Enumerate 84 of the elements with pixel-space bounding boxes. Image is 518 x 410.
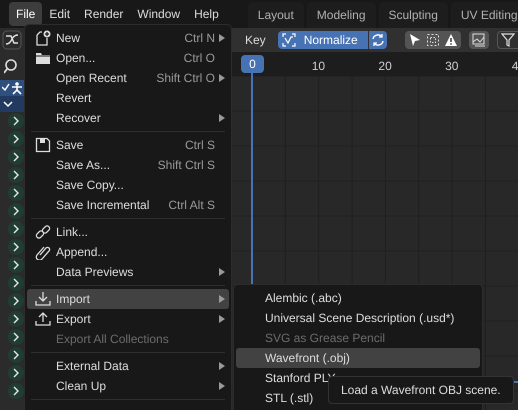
mode-label: Key [244, 32, 267, 49]
chevron-circle-icon [8, 203, 24, 219]
menu-bar-item[interactable]: Window [130, 2, 188, 26]
chevron-circle-icon [8, 383, 24, 399]
warning-icon [444, 33, 458, 47]
menu-item[interactable]: Save As... Shift Ctrl S [27, 155, 229, 175]
chevron-circle-icon [8, 311, 24, 327]
chevron-circle-icon [8, 185, 24, 201]
normalize-icon [282, 33, 296, 47]
current-frame-marker[interactable]: 0 [241, 55, 264, 73]
chevron-circle-icon [8, 257, 24, 273]
menu-item[interactable]: Recover [27, 108, 229, 128]
menu-item[interactable]: Open Recent Shift Ctrl O [27, 68, 229, 88]
submenu-arrow-icon [219, 268, 225, 276]
frame-number: 20 [378, 58, 392, 75]
folder-icon [35, 50, 51, 66]
chevron-circle-icon [8, 221, 24, 237]
menu-item[interactable]: Revert [27, 88, 229, 108]
menu-item[interactable]: Save Copy... [27, 175, 229, 195]
menu-item[interactable]: Open... Ctrl O [27, 48, 229, 68]
chevron-circle-icon [8, 365, 24, 381]
workspace-tab[interactable]: Sculpting [378, 2, 448, 28]
shortcut-label: Ctrl O [184, 50, 215, 67]
shortcut-label: Shift Ctrl O [156, 70, 215, 87]
menu-item[interactable]: Save Incremental Ctrl Alt S [27, 195, 229, 215]
chevron-circle-icon [8, 167, 24, 183]
menu-item[interactable]: Clean Up [27, 376, 229, 396]
expand-icon [3, 100, 13, 108]
chevron-circle-icon [8, 149, 24, 165]
refresh-icon [370, 33, 385, 47]
submenu-arrow-icon [219, 362, 225, 370]
menu-item[interactable]: Alembic (.abc) [236, 288, 480, 308]
chevron-circle-icon [8, 347, 24, 363]
filter-icon [500, 33, 515, 47]
submenu-arrow-icon [219, 295, 225, 303]
submenu-arrow-icon [219, 382, 225, 390]
new-file-icon [35, 30, 51, 46]
workspace-tab[interactable]: UV Editing [450, 2, 518, 28]
chevron-circle-icon [8, 329, 24, 345]
menu-item[interactable]: External Data [27, 356, 229, 376]
chevron-circle-icon [8, 293, 24, 309]
submenu-arrow-icon [219, 315, 225, 323]
menu-item[interactable]: Link... [27, 222, 229, 242]
workspace-tab[interactable]: Modeling [306, 2, 376, 28]
armature-row-icon [2, 82, 22, 94]
workspace-tab[interactable]: Layout [248, 2, 304, 28]
submenu-arrow-icon [219, 114, 225, 122]
menu-item[interactable]: New Ctrl N [27, 28, 229, 48]
shortcut-label: Shift Ctrl S [158, 157, 215, 174]
menu-item[interactable]: Export [27, 309, 229, 329]
shortcut-label: Ctrl S [185, 137, 215, 154]
refresh-button[interactable] [368, 31, 387, 49]
menu-item[interactable]: Append... [27, 242, 229, 262]
shortcut-label: Ctrl N [184, 30, 215, 47]
normalize-toggle[interactable]: Normalize [278, 31, 368, 49]
chain-link-icon [35, 224, 51, 240]
menu-bar-item[interactable]: Render [77, 2, 130, 26]
view-button[interactable] [468, 31, 489, 49]
menu-bar-item[interactable]: File [9, 2, 42, 26]
submenu-arrow-icon [219, 74, 225, 82]
menu-item[interactable]: Save Ctrl S [27, 135, 229, 155]
menu-item[interactable]: Universal Scene Description (.usd*) [236, 308, 480, 328]
menu-item[interactable]: Import [27, 289, 229, 309]
select-arrow-icon [408, 33, 422, 47]
chart-icon [472, 33, 486, 47]
filter-button[interactable] [496, 31, 518, 49]
frame-number: 10 [312, 58, 326, 75]
menu-bar-item[interactable]: Edit [42, 2, 78, 26]
menu-item[interactable]: Data Previews [27, 262, 229, 282]
box-select-icon [426, 33, 440, 47]
paperclip-icon [35, 244, 51, 260]
menu-bar-item[interactable]: Help [187, 2, 226, 26]
menu-item[interactable]: Wavefront (.obj) [236, 348, 480, 368]
chevron-circle-icon [8, 239, 24, 255]
chevron-circle-icon [8, 113, 24, 129]
search-icon [4, 58, 20, 74]
export-icon [35, 311, 51, 327]
frame-number: 30 [445, 58, 458, 75]
import-icon [35, 291, 51, 307]
chevron-circle-icon [8, 275, 24, 291]
shortcut-label: Ctrl Alt S [168, 197, 215, 214]
frame-number: 4 [512, 58, 518, 75]
chevron-circle-icon [8, 131, 24, 147]
submenu-arrow-icon [219, 34, 225, 42]
